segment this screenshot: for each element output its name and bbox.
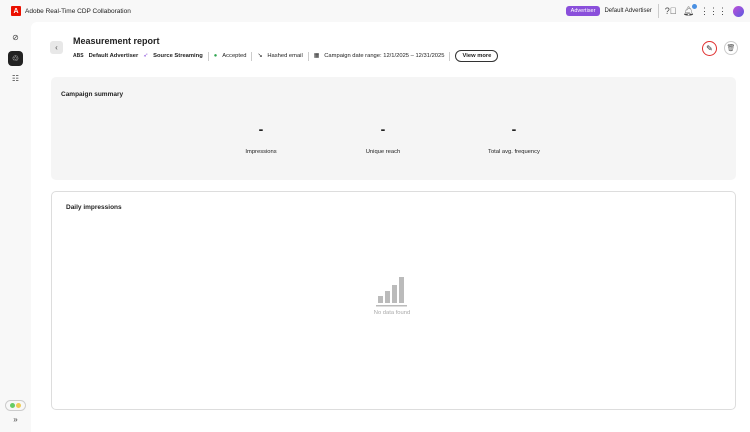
- page-title: Measurement report: [73, 36, 160, 46]
- metric-label: Unique reach: [365, 149, 401, 155]
- advertiser-logo: ABS: [73, 53, 84, 59]
- metric-value: -: [380, 121, 386, 137]
- pencil-icon: ✎: [706, 44, 713, 53]
- back-button[interactable]: ‹: [50, 41, 63, 54]
- source-name: Source Streaming: [153, 53, 203, 59]
- divider: [449, 51, 451, 61]
- metric-label: Impressions: [245, 149, 277, 155]
- metric-value: -: [511, 121, 517, 137]
- help-icon[interactable]: ?⃝: [665, 6, 677, 16]
- metric-value: -: [258, 121, 264, 137]
- status-pill[interactable]: [5, 400, 26, 411]
- date-range: Campaign date range: 12/1/2025 – 12/31/2…: [324, 53, 445, 59]
- edit-button[interactable]: ✎: [702, 41, 717, 56]
- metric-unique-reach: - Unique reach: [333, 121, 433, 155]
- metric-frequency: - Total avg. frequency: [464, 121, 564, 155]
- bar-chart-icon: [376, 277, 407, 307]
- sidebar-discover-icon[interactable]: ⊘: [8, 30, 23, 45]
- calendar-icon: ▦: [313, 53, 320, 59]
- divider: [307, 51, 309, 61]
- notification-dot: [692, 3, 697, 9]
- account-switcher[interactable]: Default Advertiser: [604, 8, 651, 14]
- avatar[interactable]: [733, 5, 744, 17]
- adobe-logo-icon: A: [11, 6, 21, 16]
- metric-impressions: - Impressions: [211, 121, 311, 155]
- expand-sidebar-icon[interactable]: »: [8, 412, 23, 427]
- sidebar-collaborate-icon[interactable]: ♲: [8, 51, 23, 66]
- divider: [657, 4, 659, 18]
- sidebar-data-icon[interactable]: ☷: [8, 71, 23, 86]
- daily-impressions-card: Daily impressions No data found: [51, 191, 736, 410]
- empty-text: No data found: [373, 310, 411, 316]
- main-content: ‹ Measurement report ABS Default Adverti…: [31, 22, 750, 432]
- role-badge: Advertiser: [565, 6, 601, 16]
- report-meta: ABS Default Advertiser ➶ Source Streamin…: [73, 50, 499, 62]
- view-more-button[interactable]: View more: [455, 50, 499, 62]
- delete-button[interactable]: 🗑︎: [724, 41, 738, 55]
- divider: [251, 51, 253, 61]
- status-dot-icon: ●: [213, 53, 218, 59]
- app-title: Adobe Real-Time CDP Collaboration: [25, 7, 131, 15]
- card-title: Campaign summary: [61, 91, 124, 98]
- divider: [207, 51, 209, 61]
- advertiser-name: Default Advertiser: [88, 53, 139, 59]
- match-key: Hashed email: [267, 53, 303, 59]
- source-icon: ➶: [143, 53, 149, 59]
- bell-icon[interactable]: 🔔︎: [683, 3, 697, 17]
- key-icon: ↘: [257, 53, 263, 59]
- card-title: Daily impressions: [66, 204, 122, 211]
- metric-label: Total avg. frequency: [488, 149, 540, 155]
- trash-icon: 🗑︎: [726, 45, 736, 52]
- status-text: Accepted: [222, 53, 247, 59]
- campaign-summary-card: Campaign summary - Impressions - Unique re…: [51, 77, 736, 180]
- empty-state: No data found: [352, 274, 432, 316]
- apps-grid-icon[interactable]: ⋮⋮⋮: [700, 6, 727, 17]
- top-bar: A Adobe Real-Time CDP Collaboration Adve…: [0, 0, 750, 22]
- sidebar: ⊘ ♲ ☷ »: [0, 22, 31, 432]
